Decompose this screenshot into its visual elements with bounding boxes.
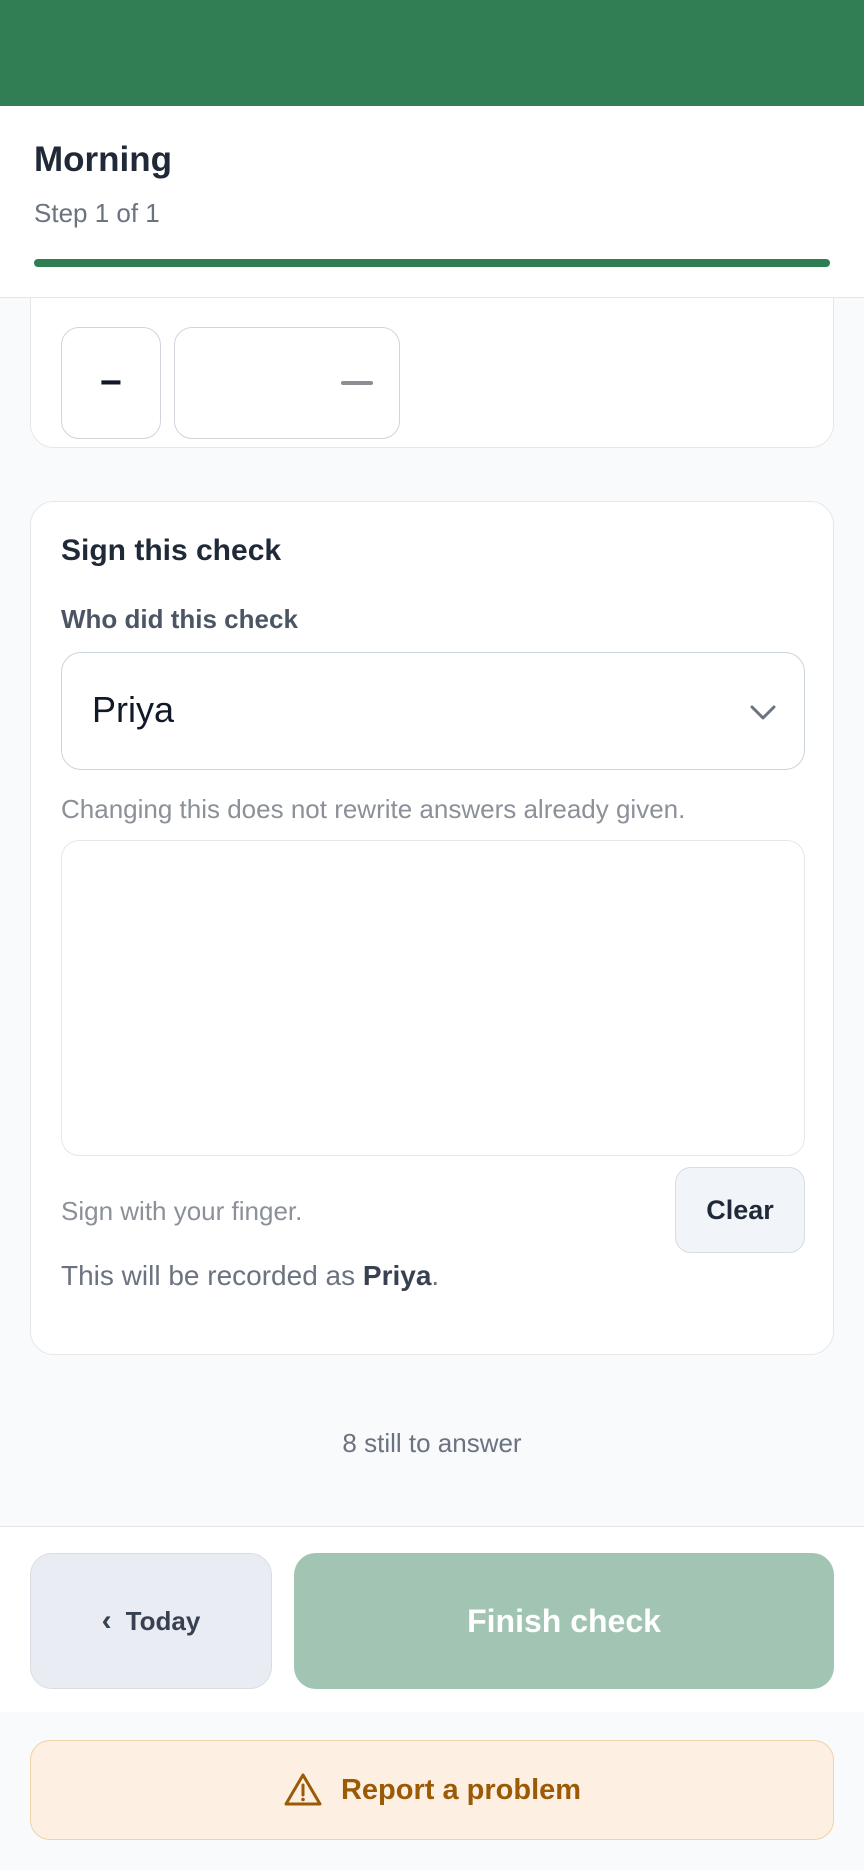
selected-person: Priya xyxy=(92,689,175,730)
recorded-as-suffix: . xyxy=(431,1260,440,1291)
signature-pad[interactable] xyxy=(61,840,805,1156)
back-to-today-button[interactable]: ‹ Today xyxy=(30,1553,272,1689)
progress-bar-fill xyxy=(34,259,830,267)
page-header: Morning Step 1 of 1 xyxy=(0,106,864,298)
empty-value-dash xyxy=(341,381,373,385)
sign-card: Sign this check Who did this check Priya… xyxy=(30,501,834,1355)
recorded-as-text: This will be recorded as Priya. xyxy=(61,1260,439,1292)
who-did-check-hint: Changing this does not rewrite answers a… xyxy=(61,794,686,824)
number-input[interactable] xyxy=(174,327,400,439)
sign-card-title: Sign this check xyxy=(61,534,282,567)
recorded-as-prefix: This will be recorded as xyxy=(61,1260,363,1291)
bottom-action-bar: ‹ Today Finish check xyxy=(0,1526,864,1712)
question-card: − xyxy=(30,298,834,448)
chevron-down-icon xyxy=(750,705,776,720)
check-content[interactable]: − Sign this check Who did this check Pri… xyxy=(0,298,864,1526)
report-area: Report a problem xyxy=(0,1712,864,1870)
step-indicator: Step 1 of 1 xyxy=(34,198,160,228)
signature-hint: Sign with your finger. xyxy=(61,1196,303,1226)
back-to-today-label: Today xyxy=(125,1605,201,1636)
report-problem-button[interactable]: Report a problem xyxy=(30,1740,834,1840)
report-problem-label: Report a problem xyxy=(340,1773,582,1806)
finish-check-button[interactable]: Finish check xyxy=(294,1553,834,1689)
who-did-check-label: Who did this check xyxy=(61,604,298,634)
recorded-as-name: Priya xyxy=(362,1260,432,1291)
progress-bar xyxy=(34,259,830,267)
status-bar xyxy=(0,0,864,106)
decrement-button[interactable]: − xyxy=(61,327,161,439)
page-title: Morning xyxy=(34,140,173,179)
clear-signature-button[interactable]: Clear xyxy=(675,1167,805,1253)
who-did-check-select[interactable]: Priya xyxy=(61,652,805,770)
chevron-left-icon: ‹ xyxy=(101,1604,112,1637)
remaining-count: 8 still to answer xyxy=(342,1428,522,1458)
warning-icon xyxy=(284,1773,322,1806)
